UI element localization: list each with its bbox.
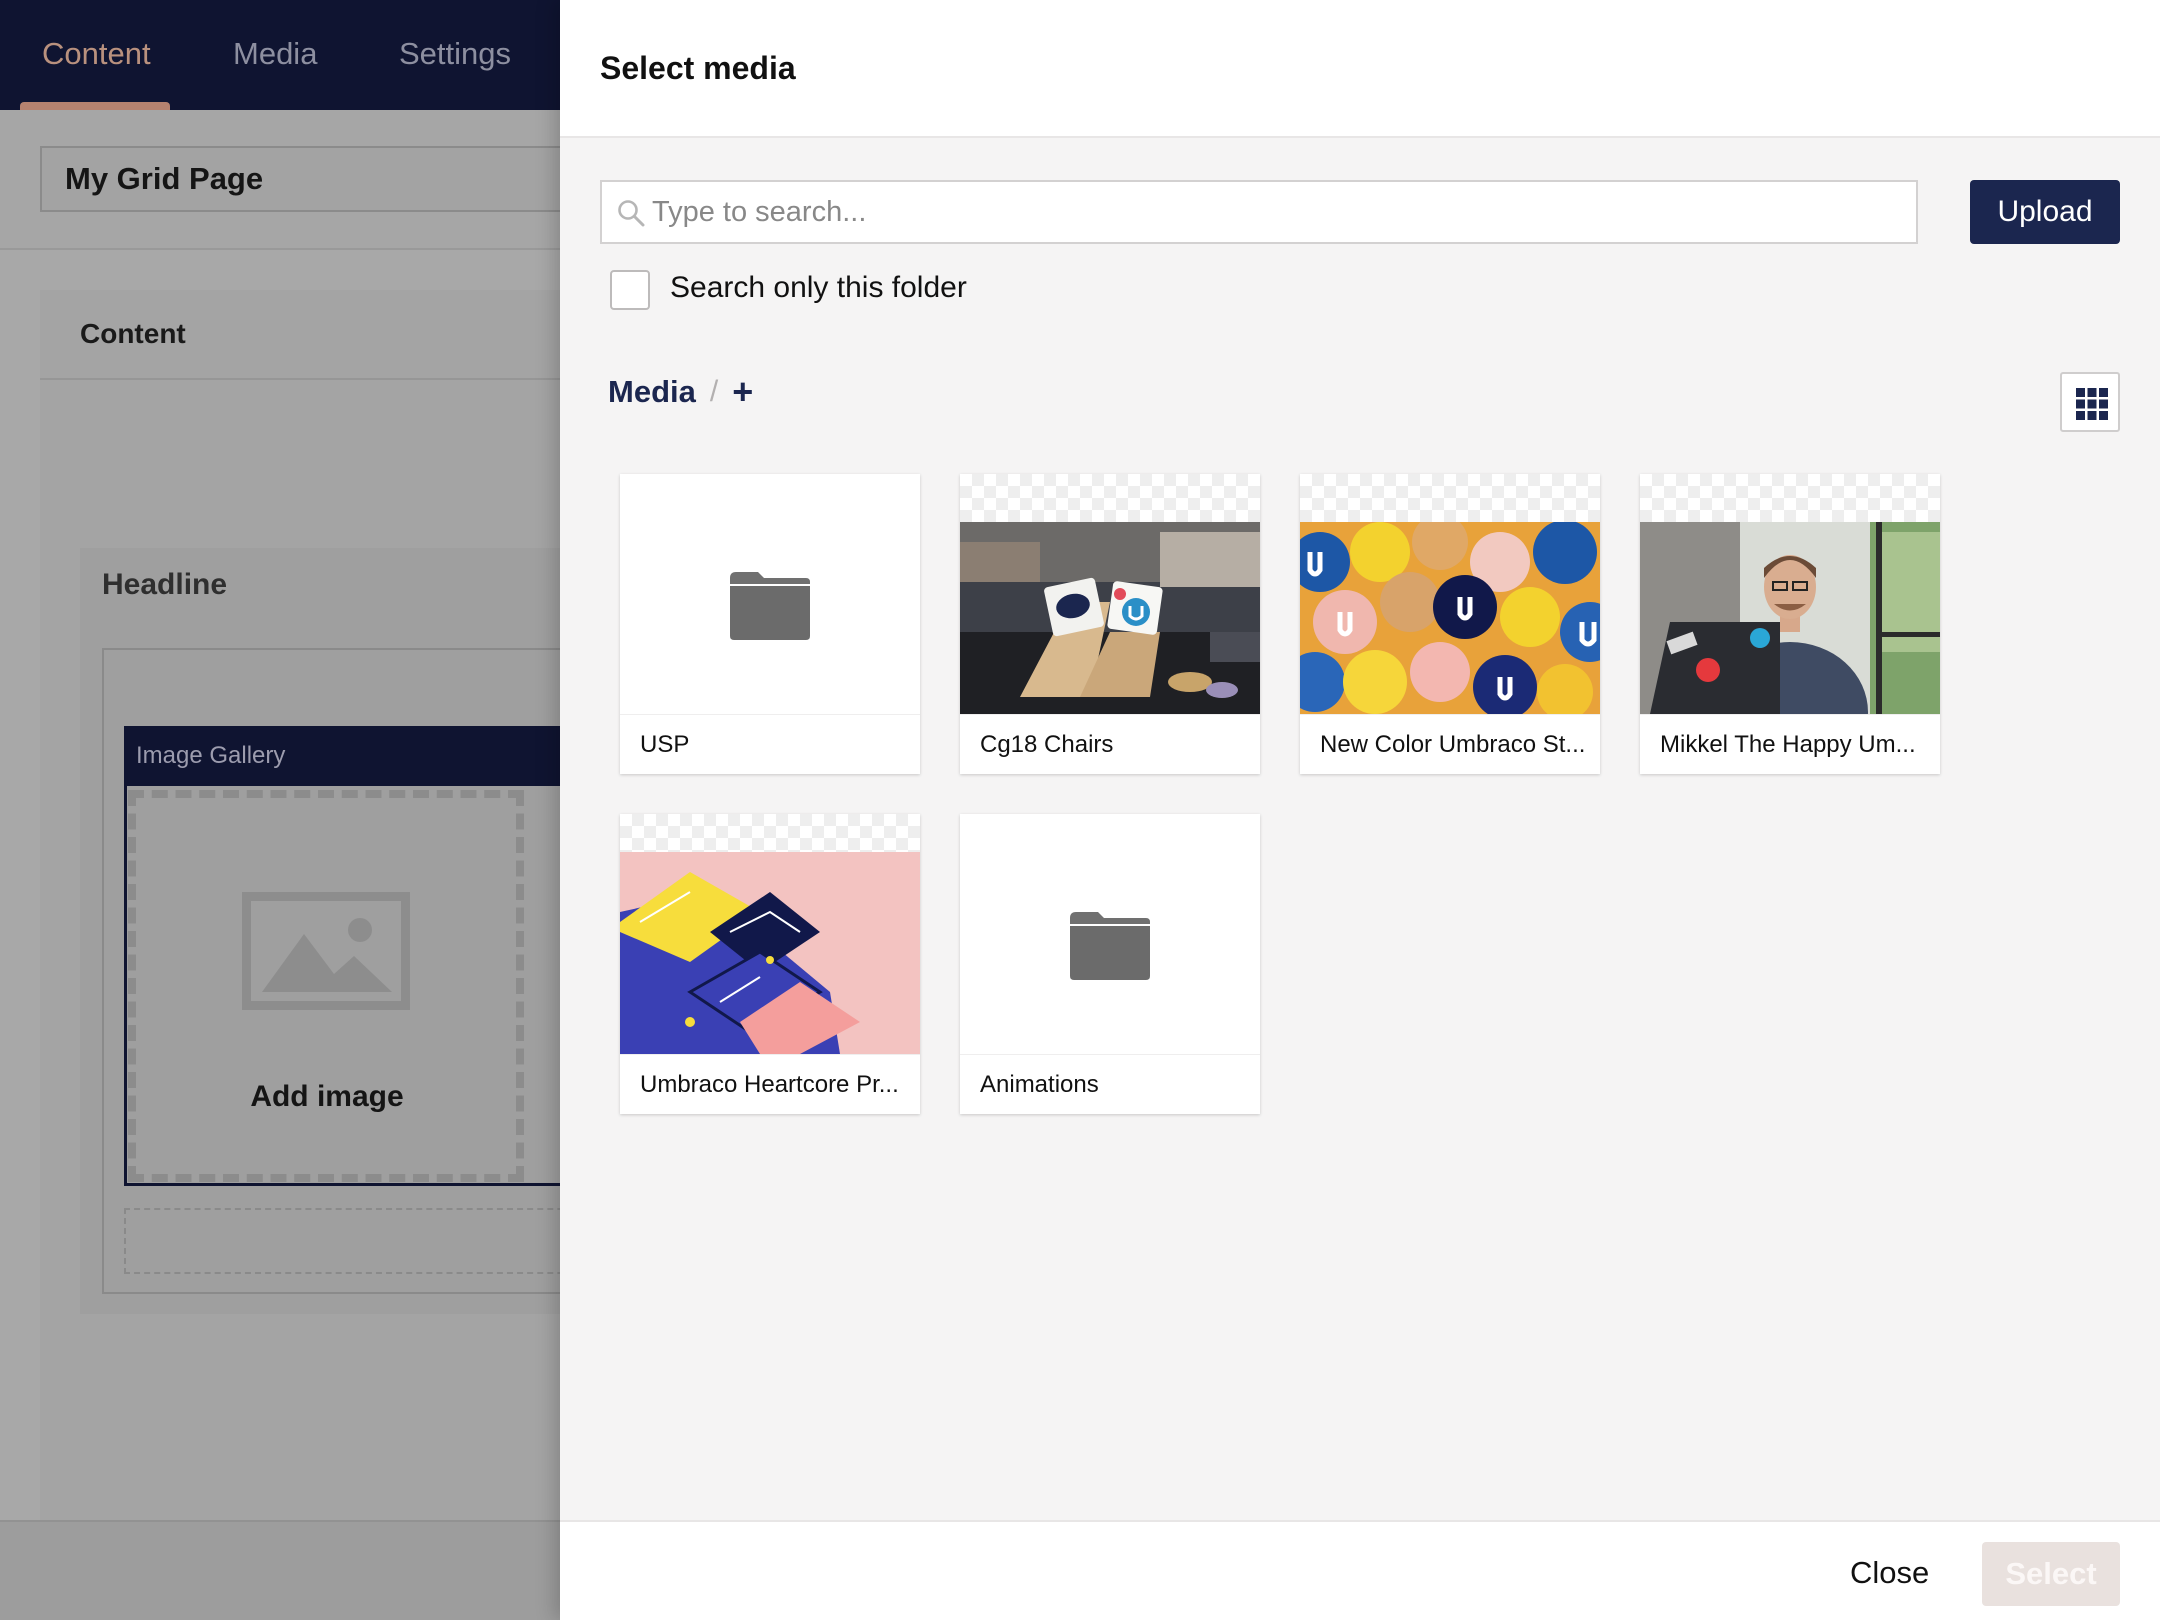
media-thumbnail <box>1640 474 1940 714</box>
search-icon <box>618 200 645 227</box>
search-field[interactable] <box>600 180 1918 244</box>
folder-icon <box>1070 912 1150 980</box>
media-item-name: New Color Umbraco St... <box>1300 714 1600 774</box>
view-toggle-button[interactable] <box>2060 372 2120 432</box>
active-tab-indicator <box>20 102 170 110</box>
panel-footer: Close Select <box>560 1520 2160 1620</box>
search-folder-label[interactable]: Search only this folder <box>670 271 967 305</box>
breadcrumb-separator: / <box>709 375 719 408</box>
media-thumbnail <box>960 474 1260 714</box>
heartcore-illustration <box>620 852 920 1054</box>
search-input[interactable] <box>652 182 1902 242</box>
media-item-name: Animations <box>960 1054 1260 1114</box>
stickers-photo <box>1300 522 1600 714</box>
media-item-folder[interactable]: USP <box>620 474 920 774</box>
content-tab-header[interactable]: Content <box>40 290 640 380</box>
upload-button[interactable]: Upload <box>1970 180 2120 244</box>
page-name-input[interactable]: My Grid Page <box>40 146 640 212</box>
topnav-content[interactable]: Content <box>42 36 151 72</box>
headline-label: Headline <box>102 568 228 601</box>
media-item-image[interactable]: New Color Umbraco St... <box>1300 474 1600 774</box>
search-folder-checkbox[interactable] <box>610 270 650 310</box>
folder-icon <box>730 572 810 640</box>
topnav-media[interactable]: Media <box>233 36 317 72</box>
media-thumbnail <box>620 814 920 1054</box>
topnav-settings[interactable]: Settings <box>399 36 511 72</box>
media-item-image[interactable]: Cg18 Chairs <box>960 474 1260 774</box>
create-folder-button[interactable]: + <box>732 374 753 410</box>
media-item-name: USP <box>620 714 920 774</box>
media-thumbnail <box>620 474 920 714</box>
close-button[interactable]: Close <box>1850 1548 1929 1598</box>
add-image-label[interactable]: Add image <box>222 1080 432 1114</box>
media-thumbnail <box>960 814 1260 1054</box>
breadcrumb: Media / + <box>608 372 753 412</box>
panel-title: Select media <box>600 50 796 86</box>
select-button[interactable]: Select <box>1982 1542 2120 1606</box>
person-photo <box>1640 522 1940 714</box>
media-item-name: Umbraco Heartcore Pr... <box>620 1054 920 1114</box>
chairs-photo <box>960 522 1260 714</box>
media-item-folder[interactable]: Animations <box>960 814 1260 1114</box>
media-item-image[interactable]: Mikkel The Happy Um... <box>1640 474 1940 774</box>
media-thumbnail <box>1300 474 1600 714</box>
panel-header: Select media <box>560 0 2160 138</box>
select-media-panel: Select media Upload Search only this fol… <box>560 0 2160 1620</box>
media-item-name: Cg18 Chairs <box>960 714 1260 774</box>
grid-icon <box>2076 388 2108 420</box>
media-item-name: Mikkel The Happy Um... <box>1640 714 1940 774</box>
image-placeholder-icon <box>242 892 410 1010</box>
media-item-image[interactable]: Umbraco Heartcore Pr... <box>620 814 920 1114</box>
breadcrumb-media[interactable]: Media <box>608 374 696 410</box>
